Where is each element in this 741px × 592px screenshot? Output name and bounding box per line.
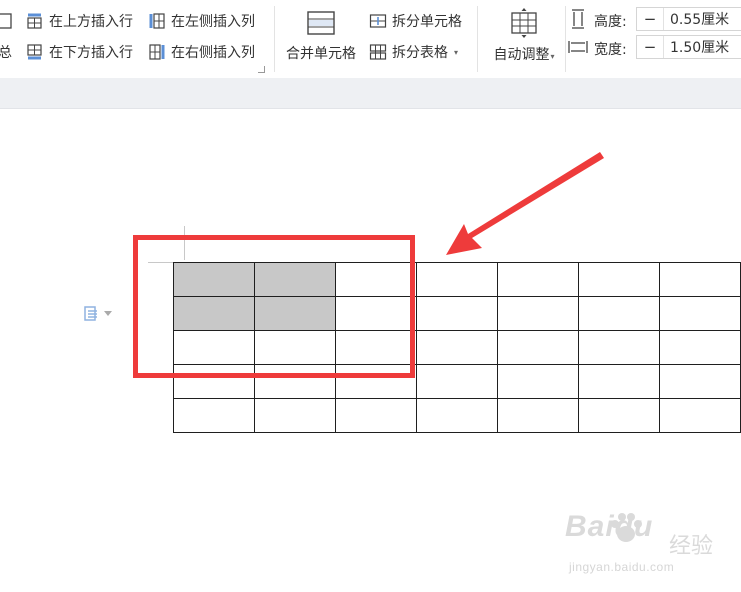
red-arrow-icon [446,152,604,255]
annotation-arrow [446,152,604,255]
